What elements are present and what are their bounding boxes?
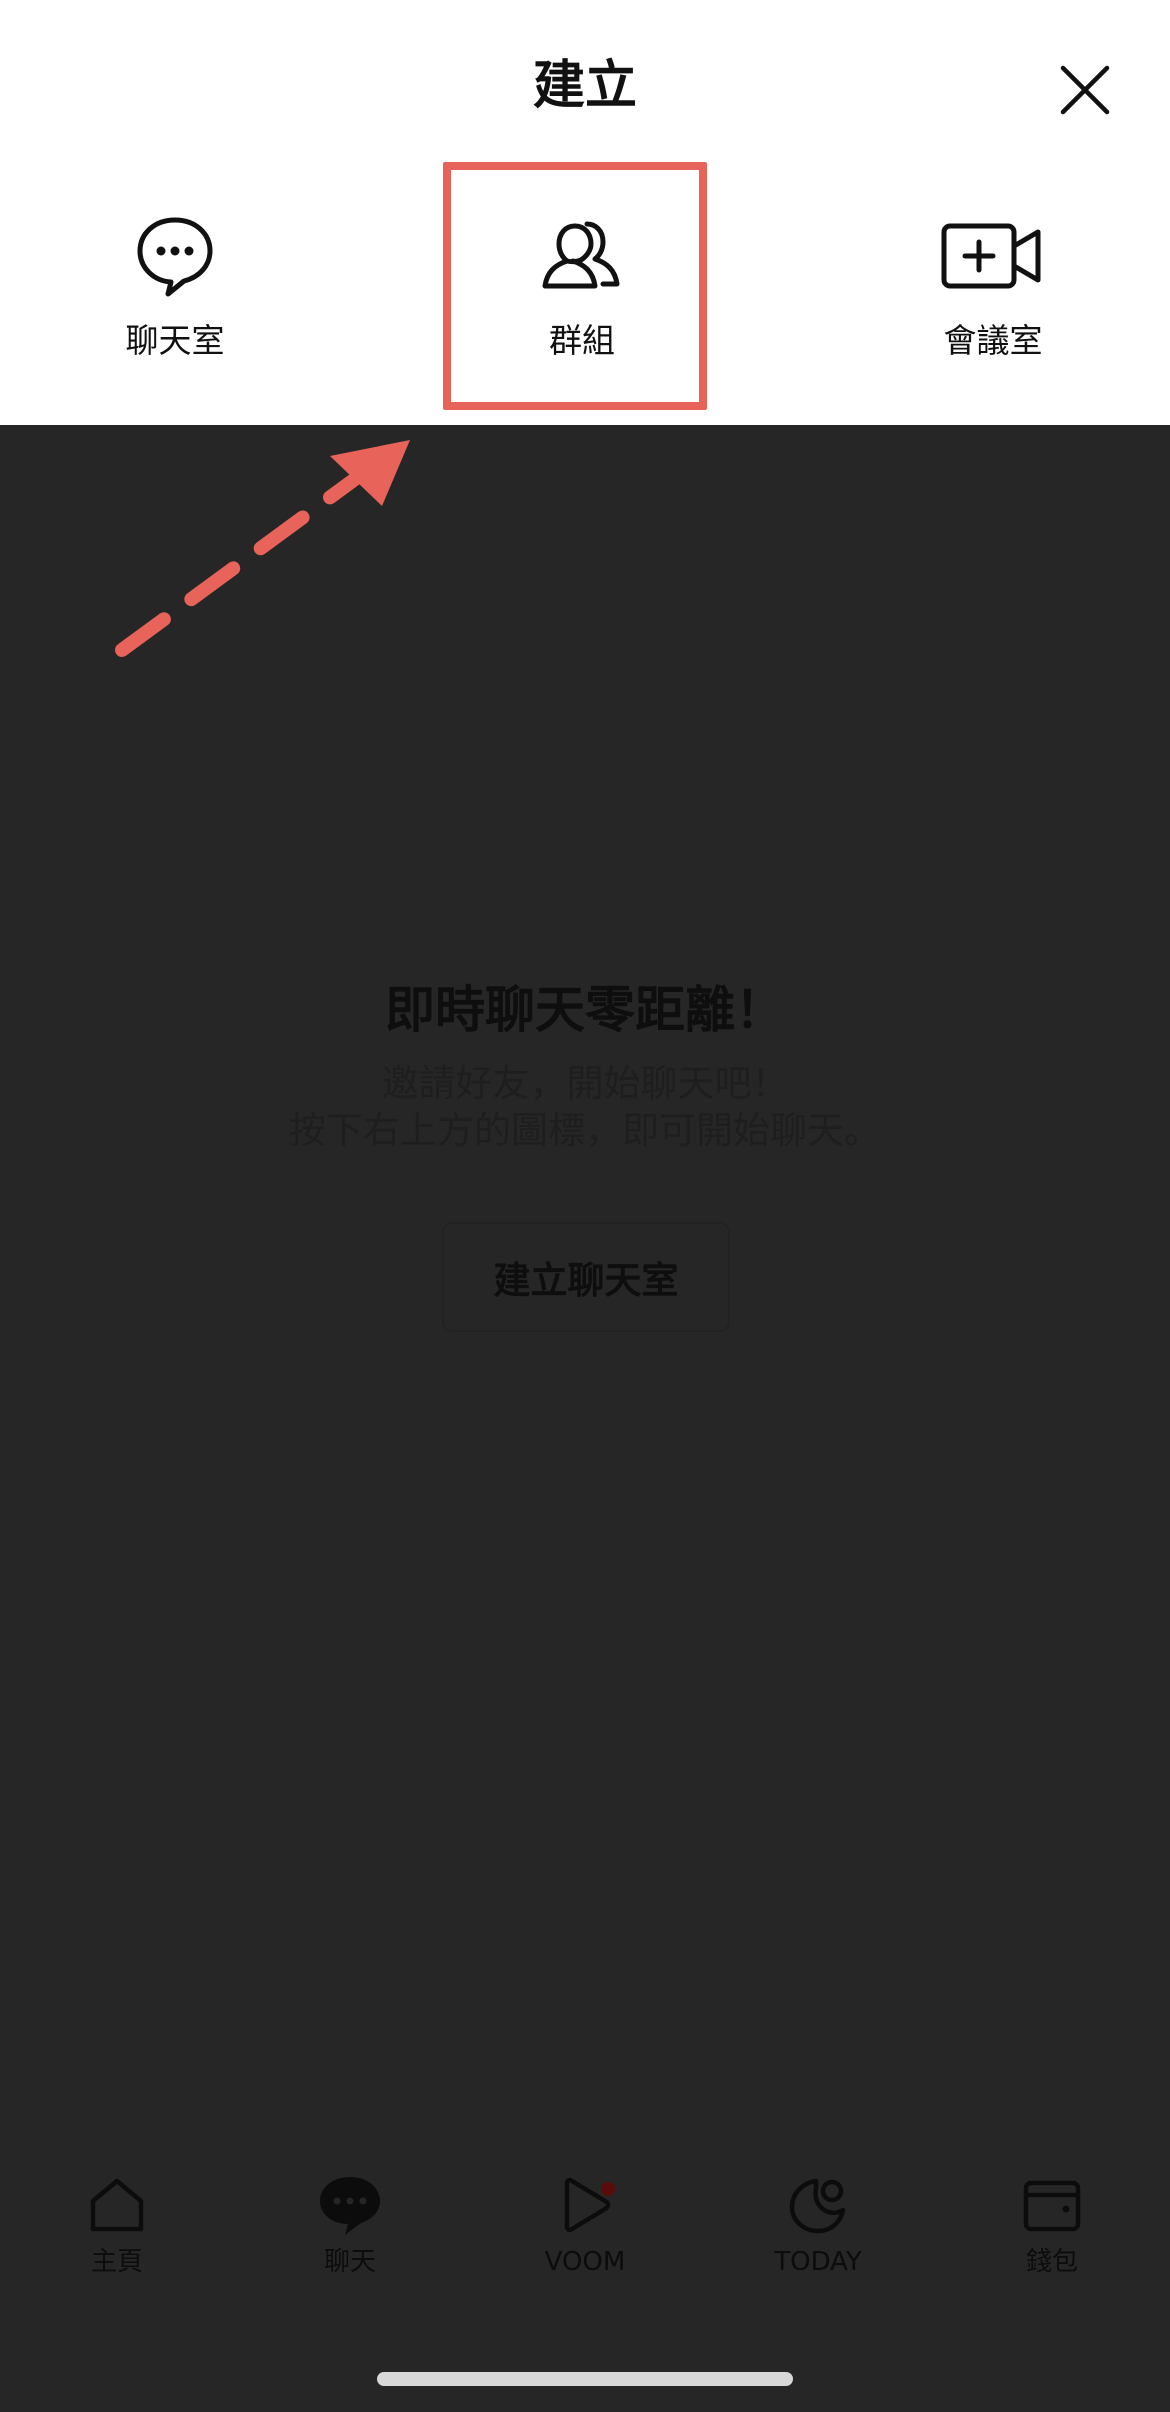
sheet-title: 建立: [532, 56, 637, 116]
highlight-box: [443, 162, 707, 410]
today-icon: [778, 2170, 858, 2240]
nav-item-home[interactable]: 主頁: [27, 2170, 207, 2310]
option-label: 會議室: [943, 321, 1043, 360]
create-meeting-option[interactable]: 會議室: [843, 205, 1143, 385]
close-button[interactable]: [1055, 60, 1115, 120]
nav-label: 聊天: [323, 2247, 376, 2277]
wallet-icon: [1012, 2170, 1092, 2240]
nav-item-chat[interactable]: 聊天: [260, 2170, 440, 2310]
video-add-icon: [938, 205, 1048, 305]
create-sheet: 建立 聊天室 群組 會議室: [0, 0, 1170, 425]
nav-label: 錢包: [1025, 2247, 1078, 2277]
nav-item-today[interactable]: TODAY: [728, 2170, 908, 2310]
chat-bubble-icon: [120, 205, 230, 305]
notification-dot: [601, 2182, 615, 2196]
dashed-arrow-annotation: [115, 440, 410, 657]
nav-label: TODAY: [774, 2247, 862, 2277]
empty-state-line-2: 按下右上方的圖標，即可開始聊天。: [289, 1109, 881, 1152]
nav-label: 主頁: [90, 2247, 143, 2277]
create-chatroom-option[interactable]: 聊天室: [25, 205, 325, 385]
empty-state: 即時聊天零距離！ 邀請好友，開始聊天吧！ 按下右上方的圖標，即可開始聊天。: [0, 970, 1170, 1154]
nav-item-wallet[interactable]: 錢包: [962, 2170, 1142, 2310]
empty-state-line-1: 邀請好友，開始聊天吧！: [381, 1062, 789, 1105]
close-icon: [1060, 65, 1110, 115]
home-indicator[interactable]: [377, 2372, 793, 2386]
nav-label: VOOM: [544, 2247, 626, 2277]
nav-item-voom[interactable]: VOOM: [495, 2170, 675, 2310]
option-label: 聊天室: [125, 321, 225, 360]
voom-icon: [545, 2170, 625, 2240]
bottom-nav: 主頁 聊天 VOOM TODAY 錢包: [0, 2170, 1170, 2310]
create-chatroom-button[interactable]: 建立聊天室: [442, 1222, 730, 1332]
home-icon: [77, 2170, 157, 2240]
chat-icon: [310, 2170, 390, 2240]
empty-state-title: 即時聊天零距離！: [385, 981, 785, 1039]
